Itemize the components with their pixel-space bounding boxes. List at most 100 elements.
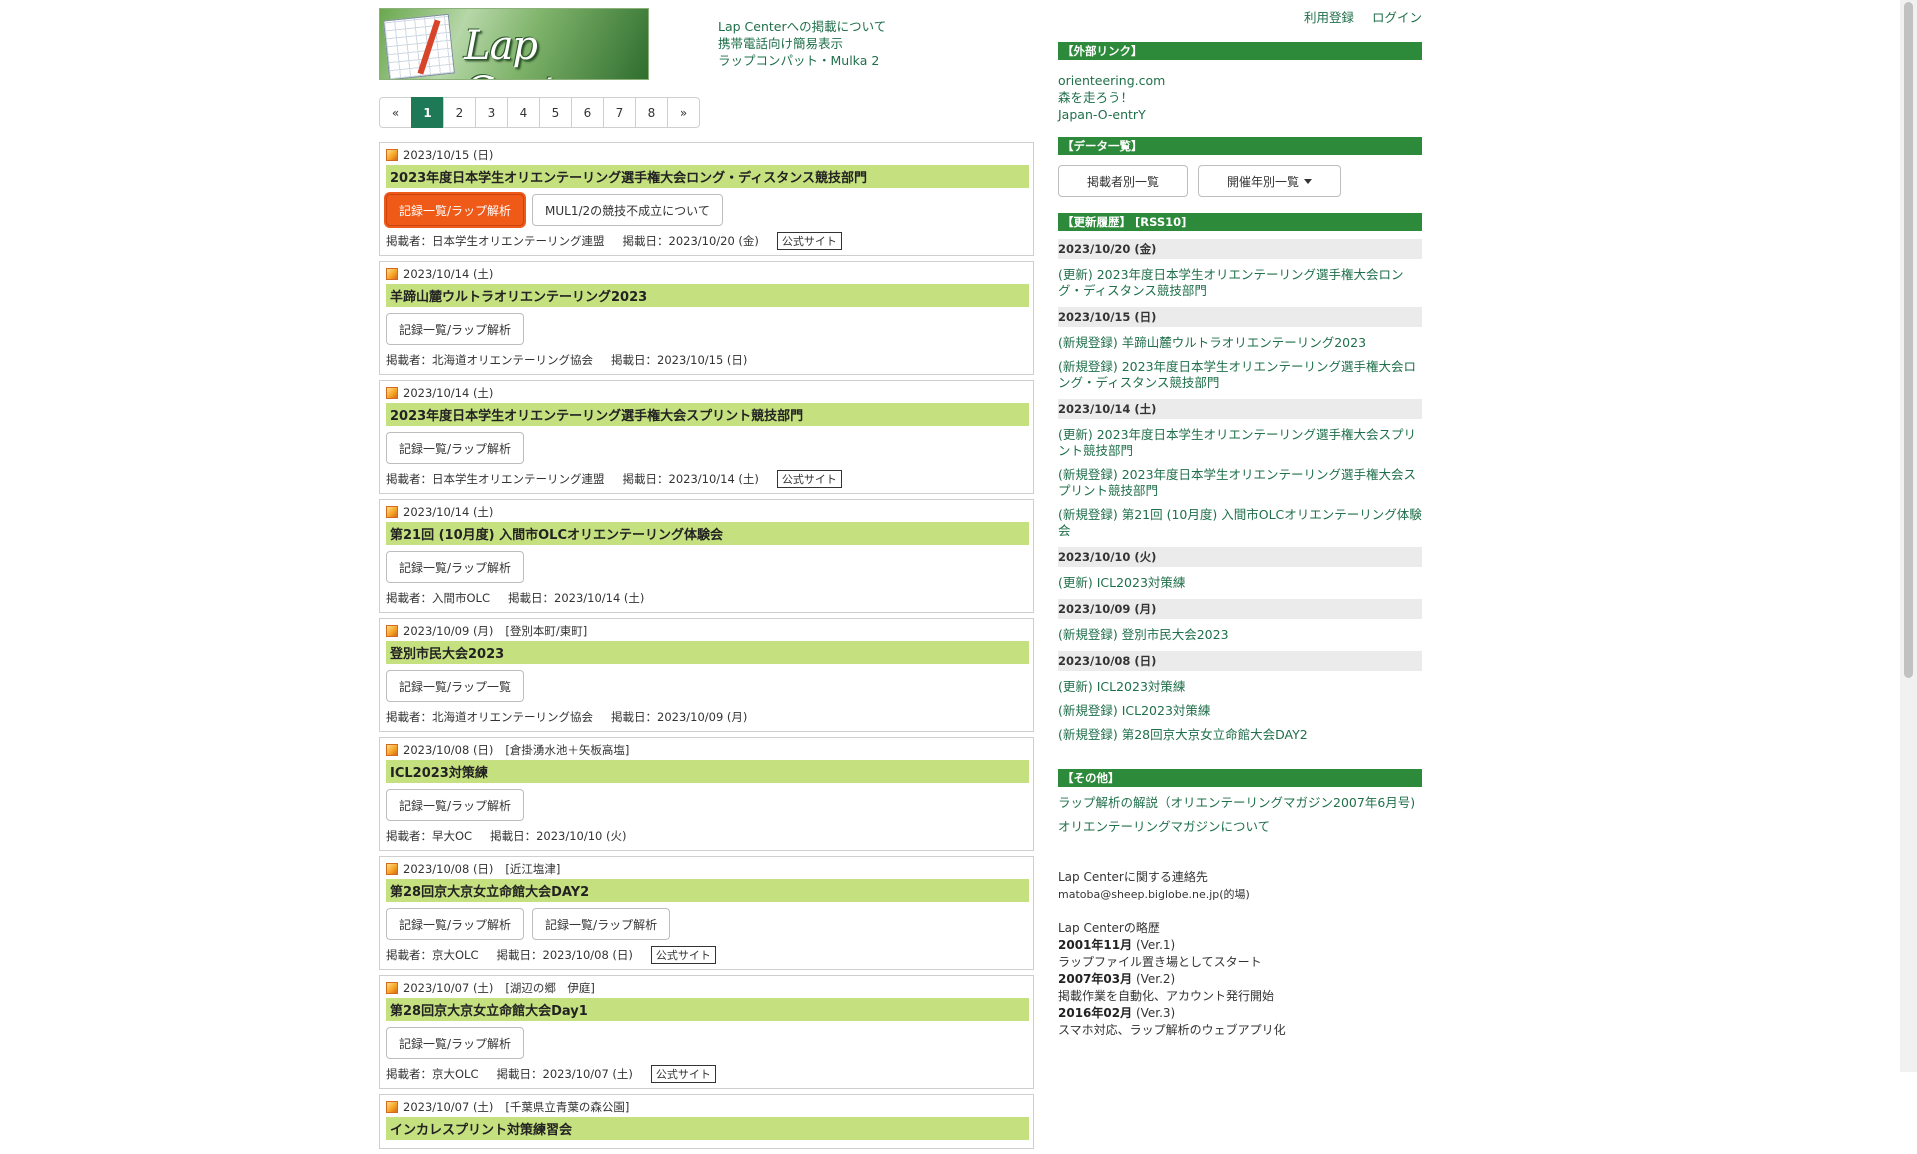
history-item[interactable]: (更新) ICL2023対策練 (1058, 679, 1422, 695)
records-lap-analysis-button[interactable]: 記録一覧/ラップ解析 (386, 313, 525, 345)
event-venue: [倉掛湧水池＋矢板高塩] (505, 742, 630, 757)
records-lap-analysis-button[interactable]: 記録一覧/ラップ解析 (386, 908, 525, 940)
event-title: 2023年度日本学生オリエンテーリング選手権大会スプリント競技部門 (386, 403, 1029, 426)
by-year-dropdown[interactable]: 開催年別一覧 (1198, 165, 1342, 197)
pagination: « 1 2 3 4 5 6 7 8 » (379, 97, 700, 128)
posted-date: 掲載日：2023/10/08 (日) (496, 948, 633, 962)
caret-down-icon (1304, 178, 1313, 184)
records-lap-analysis-button[interactable]: 記録一覧/ラップ解析 (386, 551, 525, 583)
publisher: 掲載者：早大OC (386, 829, 473, 843)
rss-icon (386, 862, 398, 875)
records-lap-analysis-button[interactable]: 記録一覧/ラップ解析 (386, 1027, 525, 1059)
event-title: 第28回京大京女立命館大会DAY2 (386, 879, 1029, 902)
records-lap-list-button[interactable]: 記録一覧/ラップ一覧 (386, 670, 525, 702)
history-date: 2023/10/15 (日) (1058, 307, 1422, 327)
history-item[interactable]: (新規登録) 第21回 (10月度) 入間市OLCオリエンテーリング体験会 (1058, 507, 1422, 539)
records-lap-analysis-button[interactable]: 記録一覧/ラップ解析 (386, 194, 525, 226)
event-date: 2023/10/08 (日) (403, 742, 494, 757)
page-scrollbar[interactable] (1900, 0, 1917, 1072)
update-history-header[interactable]: 【更新履歴】 [RSS10] (1058, 213, 1422, 231)
link-japan-o-entry[interactable]: Japan-O-entrY (1058, 106, 1422, 123)
history-item[interactable]: (新規登録) 第28回京大京女立命館大会DAY2 (1058, 727, 1422, 743)
records-lap-analysis-button[interactable]: 記録一覧/ラップ解析 (386, 432, 525, 464)
rss-icon (386, 267, 398, 280)
other-header: 【その他】 (1058, 769, 1422, 787)
event-title: インカレスプリント対策練習会 (386, 1117, 1029, 1140)
official-site-link[interactable]: 公式サイト (776, 232, 842, 250)
link-posting-info[interactable]: Lap Centerへの掲載について (718, 18, 886, 35)
history-date: 2023/10/08 (日) (1058, 651, 1422, 671)
page-3[interactable]: 3 (475, 97, 508, 128)
page-7[interactable]: 7 (603, 97, 636, 128)
history-item[interactable]: (更新) 2023年度日本学生オリエンテーリング選手権大会スプリント競技部門 (1058, 427, 1422, 459)
event-list: 2023/10/15 (日) 2023年度日本学生オリエンテーリング選手権大会ロ… (379, 142, 1034, 1154)
page-5[interactable]: 5 (539, 97, 572, 128)
page-4[interactable]: 4 (507, 97, 540, 128)
event-date: 2023/10/08 (日) (403, 861, 494, 876)
posted-date: 掲載日：2023/10/14 (土) (508, 591, 645, 605)
timeline-desc: スマホ対応、ラップ解析のウェブアプリ化 (1058, 1023, 1286, 1037)
publisher: 掲載者：北海道オリエンテーリング協会 (386, 710, 593, 724)
scrollbar-thumb[interactable] (1904, 2, 1913, 678)
history-item[interactable]: (新規登録) 2023年度日本学生オリエンテーリング選手権大会ロング・ディスタン… (1058, 359, 1422, 391)
official-site-link[interactable]: 公式サイト (776, 470, 842, 488)
posted-date: 掲載日：2023/10/07 (土) (496, 1067, 633, 1081)
timeline-when: 2016年02月 (1058, 1006, 1133, 1020)
event-date: 2023/10/15 (日) (403, 147, 494, 162)
official-site-link[interactable]: 公式サイト (650, 946, 716, 964)
event-title: 2023年度日本学生オリエンテーリング選手権大会ロング・ディスタンス競技部門 (386, 165, 1029, 188)
rss-icon (386, 148, 398, 161)
event-venue: [千葉県立青葉の森公園] (505, 1099, 630, 1114)
event-date: 2023/10/14 (土) (403, 504, 494, 519)
register-link[interactable]: 利用登録 (1304, 10, 1354, 25)
page-prev[interactable]: « (379, 97, 412, 128)
timeline-ver: (Ver.3) (1135, 1006, 1176, 1020)
link-lap-analysis-guide[interactable]: ラップ解析の解説（オリエンテーリングマガジン2007年6月号) (1058, 795, 1422, 811)
timeline-ver: (Ver.1) (1135, 938, 1176, 952)
event-venue: [湖辺の郷 伊庭] (505, 980, 595, 995)
external-links-header: 【外部リンク】 (1058, 42, 1422, 60)
contact-email: matoba@sheep.biglobe.ne.jp(的場) (1058, 888, 1250, 901)
event-date: 2023/10/14 (土) (403, 385, 494, 400)
link-mobile-view[interactable]: 携帯電話向け簡易表示 (718, 35, 886, 52)
link-lapcompat[interactable]: ラップコンパット・Mulka 2 (718, 52, 886, 69)
timeline-when: 2007年03月 (1058, 972, 1133, 986)
data-list-header: 【データ一覧】 (1058, 137, 1422, 155)
mul-notice-button[interactable]: MUL1/2の競技不成立について (532, 194, 723, 226)
login-link[interactable]: ログイン (1372, 10, 1422, 25)
page-8[interactable]: 8 (635, 97, 668, 128)
lap-center-logo[interactable]: Lap Center (379, 8, 649, 80)
page-6[interactable]: 6 (571, 97, 604, 128)
event-entry: 2023/10/08 (日) [倉掛湧水池＋矢板高塩] ICL2023対策練 記録… (379, 737, 1034, 851)
event-venue: [登別本町/東町] (505, 623, 588, 638)
history-item[interactable]: (更新) ICL2023対策練 (1058, 575, 1422, 591)
event-entry: 2023/10/14 (土) 第21回 (10月度) 入間市OLCオリエンテーリ… (379, 499, 1034, 613)
event-date: 2023/10/07 (土) (403, 1099, 494, 1114)
link-orienteering-magazine[interactable]: オリエンテーリングマガジンについて (1058, 819, 1422, 835)
page-next[interactable]: » (667, 97, 700, 128)
page-1[interactable]: 1 (411, 97, 444, 128)
event-date: 2023/10/07 (土) (403, 980, 494, 995)
event-entry: 2023/10/15 (日) 2023年度日本学生オリエンテーリング選手権大会ロ… (379, 142, 1034, 256)
by-publisher-button[interactable]: 掲載者別一覧 (1058, 165, 1189, 197)
posted-date: 掲載日：2023/10/14 (土) (622, 472, 759, 486)
event-venue: [近江塩津] (505, 861, 561, 876)
official-site-link[interactable]: 公式サイト (650, 1065, 716, 1083)
link-orienteering-com[interactable]: orienteering.com (1058, 72, 1422, 89)
history-item[interactable]: (新規登録) 2023年度日本学生オリエンテーリング選手権大会スプリント競技部門 (1058, 467, 1422, 499)
history-item[interactable]: (新規登録) 羊蹄山麓ウルトラオリエンテーリング2023 (1058, 335, 1422, 351)
history-date: 2023/10/09 (月) (1058, 599, 1422, 619)
publisher: 掲載者：京大OLC (386, 948, 479, 962)
records-lap-analysis-button[interactable]: 記録一覧/ラップ解析 (386, 789, 525, 821)
page-2[interactable]: 2 (443, 97, 476, 128)
timeline-desc: ラップファイル置き場としてスタート (1058, 955, 1262, 969)
event-title: ICL2023対策練 (386, 760, 1029, 783)
event-entry: 2023/10/08 (日) [近江塩津] 第28回京大京女立命館大会DAY2 記… (379, 856, 1034, 970)
publisher: 掲載者：日本学生オリエンテーリング連盟 (386, 472, 605, 486)
contact-title: Lap Centerに関する連絡先 (1058, 870, 1208, 884)
records-lap-analysis-button-2[interactable]: 記録一覧/ラップ解析 (532, 908, 671, 940)
link-mori-wo-hashirou[interactable]: 森を走ろう！ (1058, 89, 1422, 106)
history-item[interactable]: (新規登録) ICL2023対策練 (1058, 703, 1422, 719)
history-item[interactable]: (新規登録) 登別市民大会2023 (1058, 627, 1422, 643)
history-item[interactable]: (更新) 2023年度日本学生オリエンテーリング選手権大会ロング・ディスタンス競… (1058, 267, 1422, 299)
